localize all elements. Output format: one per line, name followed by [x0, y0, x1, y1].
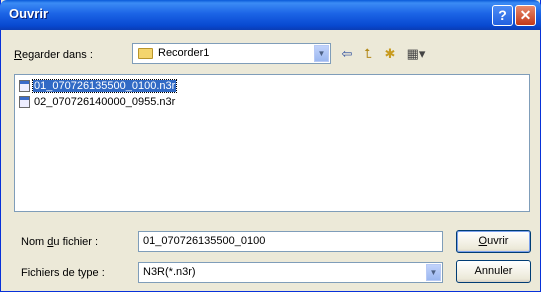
- new-folder-icon[interactable]: ✱: [382, 46, 398, 62]
- file-list[interactable]: 01_070726135500_0100.n3r 02_070726140000…: [14, 74, 530, 212]
- filetype-combo[interactable]: N3R(*.n3r) ▼: [138, 262, 443, 283]
- open-button[interactable]: Ouvrir: [456, 230, 531, 253]
- file-name: 01_070726135500_0100.n3r: [31, 79, 178, 94]
- filetype-value: N3R(*.n3r): [143, 266, 196, 278]
- close-icon: ✕: [519, 7, 532, 23]
- filename-label: Nom du fichier :: [21, 236, 99, 248]
- filename-value: 01_070726135500_0100: [143, 235, 266, 247]
- help-button[interactable]: ?: [492, 5, 513, 26]
- look-in-label: Regarder dans :: [14, 49, 93, 61]
- file-icon: [19, 80, 30, 93]
- open-dialog: Ouvrir ? ✕ Regarder dans : Recorder1 ▼ ⇦…: [0, 0, 541, 292]
- file-icon: [19, 96, 30, 109]
- window-title: Ouvrir: [9, 6, 49, 21]
- title-bar[interactable]: Ouvrir ? ✕: [0, 0, 541, 30]
- list-item[interactable]: 02_070726140000_0955.n3r: [19, 96, 176, 110]
- chevron-down-icon[interactable]: ▼: [314, 45, 329, 62]
- chevron-down-icon[interactable]: ▼: [426, 264, 441, 281]
- look-in-value: Recorder1: [158, 47, 210, 59]
- up-folder-icon[interactable]: ⮤: [360, 46, 376, 62]
- question-icon: ?: [498, 7, 507, 23]
- views-menu-icon[interactable]: ▦▾: [405, 46, 427, 62]
- folder-icon: [138, 48, 153, 59]
- close-button[interactable]: ✕: [515, 5, 536, 26]
- back-icon[interactable]: ⇦: [339, 46, 355, 62]
- filetype-label: Fichiers de type :: [21, 267, 105, 279]
- list-item[interactable]: 01_070726135500_0100.n3r: [19, 79, 178, 94]
- cancel-button[interactable]: Annuler: [456, 260, 531, 283]
- look-in-combo[interactable]: Recorder1 ▼: [132, 43, 331, 64]
- filename-input[interactable]: 01_070726135500_0100: [138, 231, 443, 252]
- file-name: 02_070726140000_0955.n3r: [34, 96, 176, 109]
